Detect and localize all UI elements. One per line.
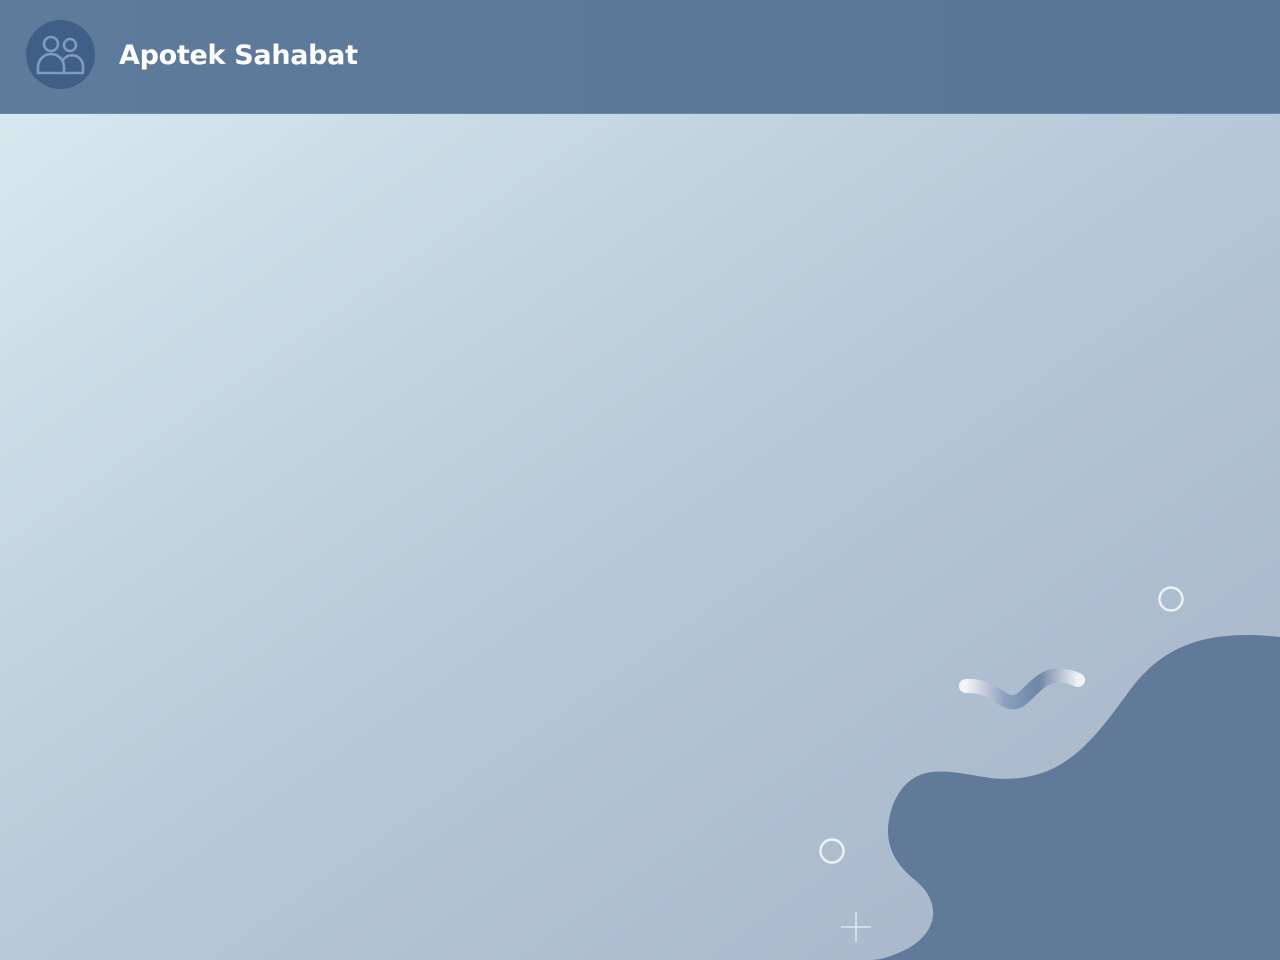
app-title: Apotek Sahabat — [119, 40, 358, 71]
main-content-area — [0, 114, 1280, 960]
users-group-icon — [26, 20, 95, 89]
app-window: Apotek Sahabat — [0, 0, 1280, 960]
top-bar: Apotek Sahabat — [0, 0, 1280, 114]
